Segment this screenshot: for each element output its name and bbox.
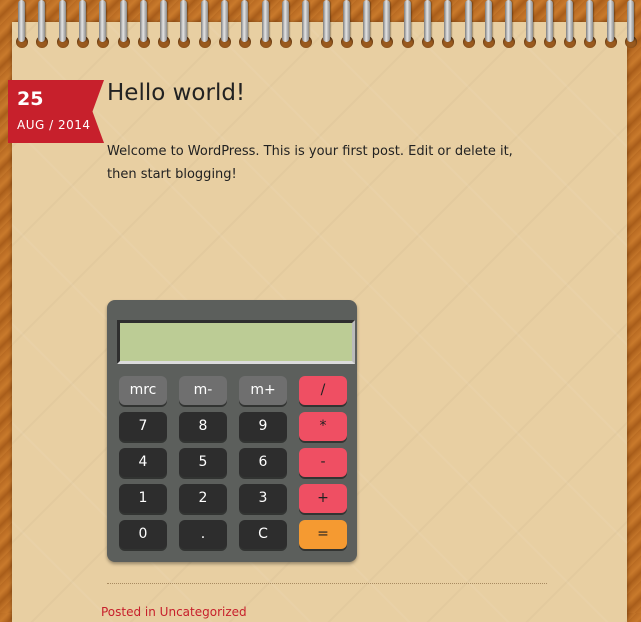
ring-wire	[363, 0, 371, 42]
post-divider	[107, 583, 547, 584]
ring-wire	[38, 0, 46, 42]
ring-wire	[139, 0, 147, 42]
post-content: Welcome to WordPress. This is your first…	[107, 144, 513, 182]
post-date-day: 25	[17, 88, 44, 110]
ring-wire	[525, 0, 533, 42]
ring-wire	[566, 0, 574, 42]
ring-wire	[221, 0, 228, 42]
calc-key-4-3[interactable]: =	[299, 520, 347, 549]
calc-key-4-0[interactable]: 0	[119, 520, 167, 549]
calculator-display	[117, 320, 355, 364]
calculator-widget: mrc m-m+ / 7 8 9 * 4 5 6- 1 2 3 +0. C =	[107, 300, 357, 562]
calc-key-0-0[interactable]: mrc	[119, 376, 167, 405]
ring-wire	[444, 0, 452, 42]
calc-key-1-0[interactable]: 7	[119, 412, 167, 441]
post-date-month: AUG / 2014	[17, 118, 91, 132]
calc-key-2-0[interactable]: 4	[119, 448, 167, 477]
spiral-binding	[0, 0, 641, 50]
ring-wire	[545, 0, 553, 42]
ring-wire	[484, 0, 492, 42]
ring-wire	[18, 0, 25, 42]
category-link[interactable]: Posted in Uncategorized	[101, 605, 247, 619]
ring-wire	[261, 0, 269, 42]
ring-wire	[424, 0, 431, 42]
post-title[interactable]: Hello world!	[107, 80, 245, 106]
ring-wire	[505, 0, 513, 42]
ring-wire	[586, 0, 594, 42]
ring-wire	[383, 0, 391, 42]
ring-wire	[200, 0, 208, 42]
ring-wire	[160, 0, 168, 42]
date-ribbon: 25 AUG / 2014	[8, 80, 104, 143]
calc-key-4-2[interactable]: C	[239, 520, 287, 549]
calc-key-0-1[interactable]: m-	[179, 376, 227, 405]
ring-wire	[99, 0, 107, 42]
ring-wire	[241, 0, 249, 42]
calc-key-2-2[interactable]: 6	[239, 448, 287, 477]
calc-key-1-3[interactable]: *	[299, 412, 347, 441]
calc-key-2-1[interactable]: 5	[179, 448, 227, 477]
calc-key-1-1[interactable]: 8	[179, 412, 227, 441]
ring-wire	[119, 0, 127, 42]
ring-wire	[342, 0, 350, 42]
calc-key-0-3[interactable]: /	[299, 376, 347, 405]
ring-wire	[322, 0, 330, 42]
calc-key-3-2[interactable]: 3	[239, 484, 287, 513]
ring-wire	[58, 0, 66, 42]
calc-key-4-1[interactable]: .	[179, 520, 227, 549]
ring-wire	[464, 0, 472, 42]
ring-wire	[180, 0, 188, 42]
calc-key-2-3[interactable]: -	[299, 448, 347, 477]
calc-key-1-2[interactable]: 9	[239, 412, 287, 441]
ring-wire	[281, 0, 289, 42]
ring-wire	[403, 0, 411, 42]
calc-key-3-1[interactable]: 2	[179, 484, 227, 513]
spiral-ring	[619, 0, 641, 50]
calc-key-3-3[interactable]: +	[299, 484, 347, 513]
ring-wire	[606, 0, 614, 42]
ring-wire	[627, 0, 634, 42]
ring-wire	[302, 0, 310, 42]
ring-wire	[78, 0, 86, 42]
calc-key-3-0[interactable]: 1	[119, 484, 167, 513]
calc-key-0-2[interactable]: m+	[239, 376, 287, 405]
